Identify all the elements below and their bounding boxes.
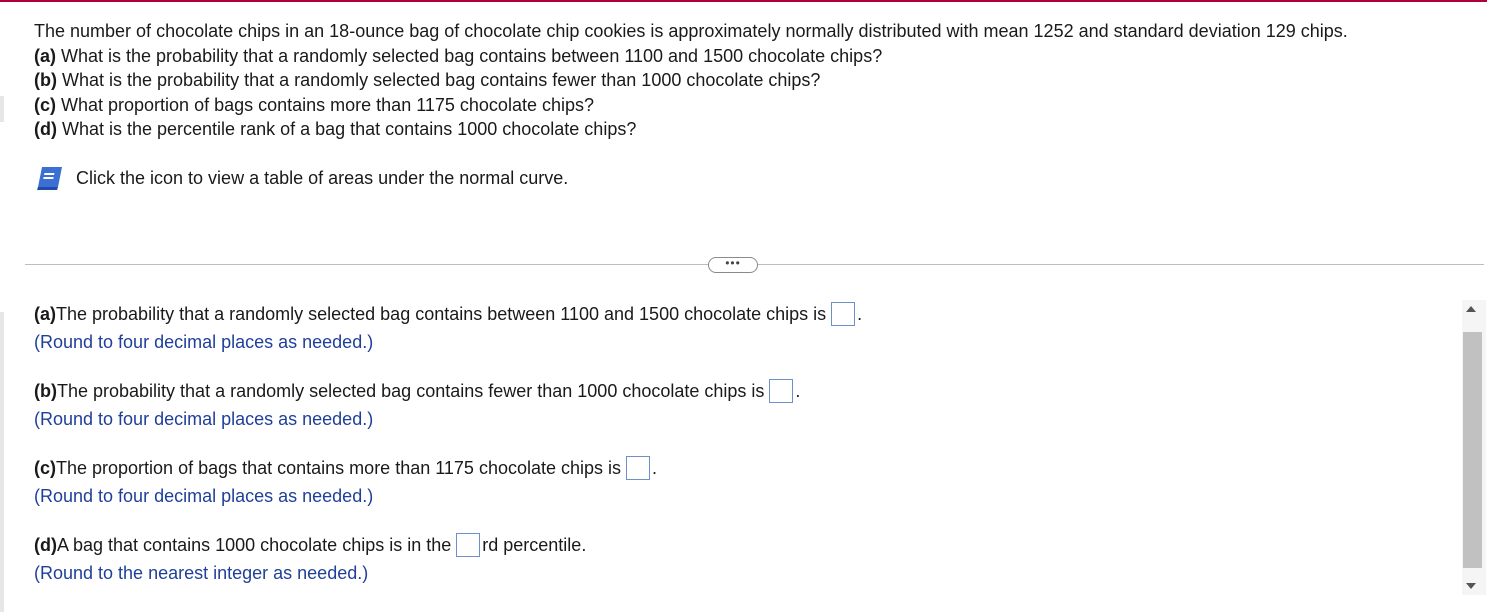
answer-b: (b) The probability that a randomly sele… [34,377,800,433]
answer-d-input[interactable] [456,533,481,557]
scroll-down-arrow-icon[interactable] [1466,583,1476,589]
hint-text: Click the icon to view a table of areas … [76,167,569,188]
scrollbar-thumb[interactable] [1463,332,1482,568]
left-edge-strip [0,96,4,122]
question-part-a: (a) What is the probability that a rando… [34,45,883,66]
top-accent-border [0,0,1487,2]
answer-d: (d) A bag that contains 1000 chocolate c… [34,531,586,587]
answer-a: (a) The probability that a randomly sele… [34,300,862,356]
answer-c: (c) The proportion of bags that contains… [34,454,657,510]
answer-b-note: (Round to four decimal places as needed.… [34,409,374,429]
left-edge-strip-lower [0,312,4,612]
answer-d-note: (Round to the nearest integer as needed.… [34,563,369,583]
question-part-c: (c) What proportion of bags contains mor… [34,94,594,115]
scroll-up-arrow-icon[interactable] [1466,306,1476,312]
answer-c-input[interactable] [626,456,651,480]
book-icon[interactable] [34,165,66,191]
question-stem: The number of chocolate chips in an 18-o… [34,21,1348,41]
answer-c-note: (Round to four decimal places as needed.… [34,486,374,506]
show-more-button[interactable]: ••• [708,257,758,273]
normal-table-hint: Click the icon to view a table of areas … [34,164,568,192]
question-part-d: (d) What is the percentile rank of a bag… [34,119,637,140]
answer-a-input[interactable] [831,302,856,326]
question-part-b: (b) What is the probability that a rando… [34,70,821,91]
answer-b-input[interactable] [769,379,794,403]
question-text: The number of chocolate chips in an 18-o… [34,19,1474,142]
answer-a-note: (Round to four decimal places as needed.… [34,332,374,352]
